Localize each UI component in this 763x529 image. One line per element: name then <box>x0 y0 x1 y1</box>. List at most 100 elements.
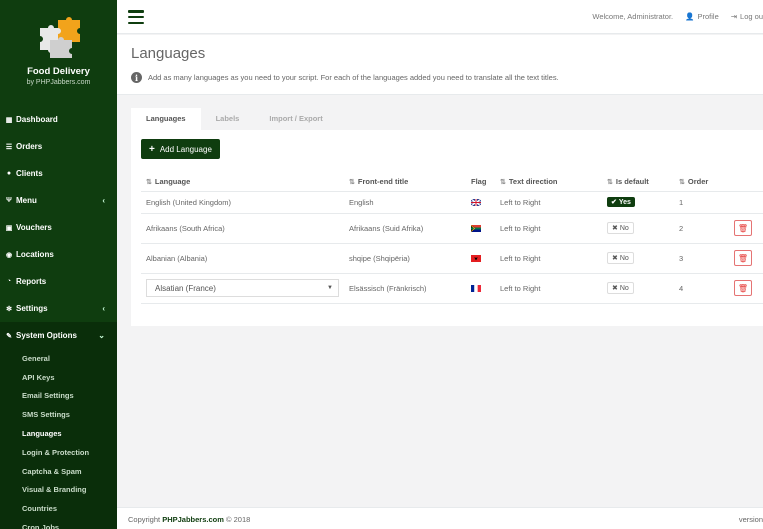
delete-button[interactable]: 🗑 <box>734 280 752 296</box>
column-header-actions <box>729 172 763 192</box>
tab-labels[interactable]: Labels <box>201 108 255 130</box>
sort-icon: ⇅ <box>607 178 613 186</box>
tabs: Languages Labels Import / Export <box>131 108 338 130</box>
sidebar-sub-sms-settings[interactable]: SMS Settings <box>0 405 117 424</box>
sidebar-sub-email-settings[interactable]: Email Settings <box>0 387 117 406</box>
cell-text-direction: Left to Right <box>495 213 602 244</box>
welcome-text: Welcome, Administrator. <box>592 12 674 21</box>
default-no-badge[interactable]: ✖ No <box>607 222 634 234</box>
sidebar-sub-languages[interactable]: Languages <box>0 424 117 443</box>
column-header-language[interactable]: ⇅ Language <box>141 172 344 192</box>
x-icon: ✖ <box>612 285 618 292</box>
cell-actions <box>729 191 763 214</box>
plus-icon: + <box>149 143 155 155</box>
column-header-frontend-title[interactable]: ⇅ Front-end title <box>344 172 466 192</box>
logo[interactable]: Food Delivery by PHPJabbers.com <box>0 0 117 100</box>
sort-icon: ⇅ <box>679 178 685 186</box>
default-no-badge[interactable]: ✖ No <box>607 252 634 264</box>
brand-sub: by PHPJabbers.com <box>26 79 91 86</box>
default-no-badge[interactable]: ✖ No <box>607 282 634 294</box>
column-header-label: Order <box>687 176 709 186</box>
caret-down-icon: ▼ <box>327 285 333 291</box>
delete-button[interactable]: 🗑 <box>734 220 752 236</box>
sidebar-item-label: Clients <box>16 169 43 178</box>
language-select-value: Alsatian (France) <box>155 283 216 293</box>
list-icon: ☰ <box>5 143 13 151</box>
profile-link[interactable]: 👤 Profile <box>685 12 719 21</box>
sidebar-item-label: System Options <box>16 331 77 340</box>
cell-frontend-title[interactable]: Afrikaans (Suid Afrika) <box>344 213 466 244</box>
sidebar-item-label: Orders <box>16 142 43 151</box>
badge-label: No <box>619 254 629 262</box>
chart-icon: ◔ <box>6 278 12 285</box>
flag-za-icon <box>471 225 481 233</box>
page-description: i Add as many languages as you need to y… <box>131 72 559 83</box>
cell-frontend-title[interactable]: shqipe (Shqipëria) <box>344 243 466 274</box>
sidebar-item-orders[interactable]: ☰ Orders <box>0 133 117 160</box>
chevron-left-icon: ‹ <box>102 196 105 205</box>
cell-frontend-title[interactable]: Elsässisch (Fränkrisch) <box>344 273 466 304</box>
add-language-button[interactable]: + Add Language <box>141 139 220 159</box>
sidebar-sub-countries[interactable]: Countries <box>0 499 117 518</box>
column-header-label: Language <box>154 176 191 186</box>
flag-al-icon <box>471 255 481 263</box>
sidebar: Food Delivery by PHPJabbers.com ▦ Dashbo… <box>0 0 117 529</box>
sidebar-sub-cron-jobs[interactable]: Cron Jobs <box>0 518 117 529</box>
column-header-is-default[interactable]: ⇅ Is default <box>602 172 674 192</box>
tab-languages[interactable]: Languages <box>131 108 201 130</box>
table-row: Albanian (Albania) shqipe (Shqipëria) Le… <box>141 243 763 274</box>
sidebar-item-settings[interactable]: ✻ Settings ‹ <box>0 295 117 322</box>
column-header-label: Is default <box>615 176 649 186</box>
sidebar-item-locations[interactable]: ◉ Locations <box>0 241 117 268</box>
trash-icon: 🗑 <box>737 253 749 263</box>
cell-frontend-title[interactable]: English <box>344 191 466 214</box>
x-icon: ✖ <box>612 255 618 262</box>
language-select[interactable]: Alsatian (France) ▼ <box>146 279 339 297</box>
tab-import-export[interactable]: Import / Export <box>254 108 337 130</box>
info-icon: i <box>131 72 142 83</box>
sidebar-item-label: Reports <box>16 277 47 286</box>
sidebar-item-reports[interactable]: ◔ Reports <box>0 268 117 295</box>
sidebar-item-system-options[interactable]: ✎ System Options ⌄ <box>0 322 117 349</box>
hamburger-icon[interactable] <box>128 10 144 24</box>
page-description-text: Add as many languages as you need to you… <box>148 73 559 82</box>
chevron-down-icon: ⌄ <box>98 331 105 340</box>
cell-language: Albanian (Albania) <box>141 243 344 274</box>
flag-gb-icon <box>471 199 481 207</box>
sidebar-sub-general[interactable]: General <box>0 349 117 368</box>
logout-label: Log ou <box>740 12 763 21</box>
table-row: Alsatian (France) ▼ Elsässisch (Fränkris… <box>141 273 763 304</box>
footer: Copyright PHPJabbers.com © 2018 version <box>117 507 763 529</box>
delete-button[interactable]: 🗑 <box>734 250 752 266</box>
gears-icon: ✻ <box>6 305 12 313</box>
column-header-flag: Flag <box>466 172 495 192</box>
cell-actions: 🗑 <box>729 213 763 244</box>
cutlery-icon: Ψ <box>6 197 12 204</box>
default-yes-badge[interactable]: ✔ Yes <box>607 197 635 207</box>
sidebar-item-label: Locations <box>16 250 54 259</box>
sidebar-item-dashboard[interactable]: ▦ Dashboard <box>0 106 117 133</box>
topbar-right: Welcome, Administrator. 👤 Profile ⇥ Log ou <box>592 12 763 21</box>
sidebar-item-clients[interactable]: ● Clients <box>0 160 117 187</box>
copyright-link[interactable]: PHPJabbers.com <box>162 515 224 524</box>
cell-flag <box>466 243 495 274</box>
page-title: Languages <box>131 45 206 62</box>
sidebar-item-menu[interactable]: Ψ Menu ‹ <box>0 187 117 214</box>
cell-language: Alsatian (France) ▼ <box>141 273 344 304</box>
languages-table: ⇅ Language ⇅ Front-end title Flag ⇅ Text di… <box>141 172 763 304</box>
cell-actions: 🗑 <box>729 273 763 304</box>
table-header-row: ⇅ Language ⇅ Front-end title Flag ⇅ Text di… <box>141 172 763 192</box>
sidebar-item-vouchers[interactable]: ▣ Vouchers <box>0 214 117 241</box>
badge-label: No <box>619 284 629 292</box>
sidebar-sub-api-keys[interactable]: API Keys <box>0 368 117 387</box>
sign-out-icon: ⇥ <box>730 12 738 21</box>
sort-icon: ⇅ <box>349 178 355 186</box>
column-header-text-direction[interactable]: ⇅ Text direction <box>495 172 602 192</box>
column-header-order[interactable]: ⇅ Order <box>674 172 729 192</box>
sidebar-sub-captcha-spam[interactable]: Captcha & Spam <box>0 462 117 481</box>
sidebar-sub-visual-branding[interactable]: Visual & Branding <box>0 481 117 500</box>
sidebar-item-label: Settings <box>16 304 48 313</box>
logout-link[interactable]: ⇥ Log ou <box>731 12 763 21</box>
cell-order: 3 <box>674 243 729 274</box>
sidebar-sub-login-protection[interactable]: Login & Protection <box>0 443 117 462</box>
